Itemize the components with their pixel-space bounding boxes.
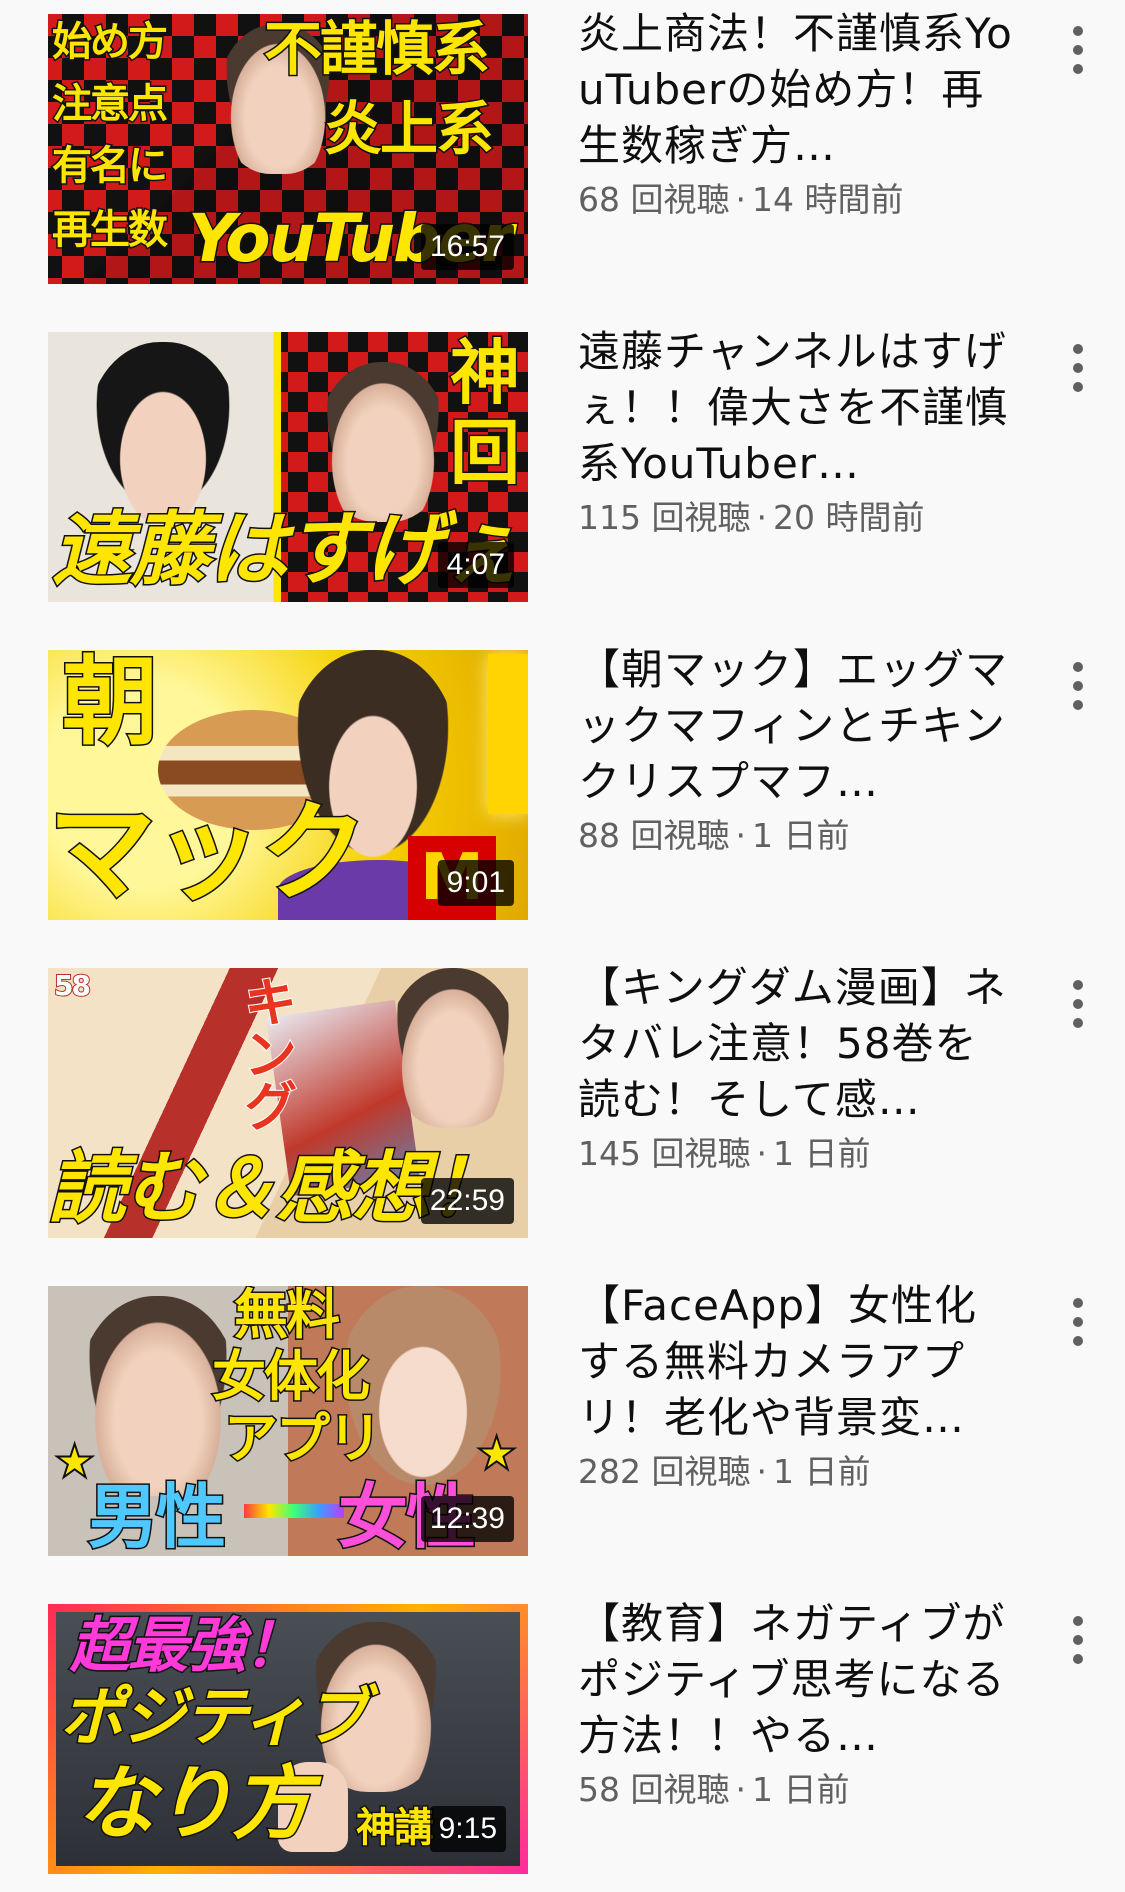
thumbnail-caption: ポジティブ [58, 1681, 369, 1755]
separator: · [735, 816, 746, 855]
thumbnail-caption: 始め方 [51, 19, 170, 65]
view-count: 145 回視聴 [578, 1134, 751, 1173]
video-info: 【教育】ネガティブがポジティブ思考になる方法！！やる… 58 回視聴 · 1 日前 [578, 1596, 1018, 1812]
thumbnail-caption: 神 [449, 332, 522, 414]
thumbnail-person [318, 362, 448, 522]
thumbnail-caption: 炎上系 [322, 95, 495, 163]
more-options-button[interactable] [1060, 1292, 1096, 1352]
thumbnail-caption: キング [233, 973, 298, 1131]
video-meta: 145 回視聴 · 1 日前 [578, 1132, 1018, 1176]
video-meta: 88 回視聴 · 1 日前 [578, 814, 1018, 858]
video-item[interactable]: 58 キング 読む＆感想！ 22:59 【キングダム漫画】ネタバレ注意！58巻を… [0, 954, 1125, 1238]
upload-age: 14 時間前 [751, 180, 904, 219]
star-icon: ★ [475, 1425, 518, 1481]
thumbnail-caption: アプリ [223, 1407, 384, 1470]
thumbnail-caption: 神講 [355, 1805, 436, 1851]
upload-age: 1 日前 [772, 1452, 871, 1491]
separator: · [735, 180, 746, 219]
video-meta: 282 回視聴 · 1 日前 [578, 1450, 1018, 1494]
video-info: 炎上商法！不謹慎系YouTuberの始め方！再生数稼ぎ方… 68 回視聴 · 14 … [578, 6, 1018, 222]
thumbnail-caption: 男性 [87, 1476, 228, 1556]
separator: · [756, 498, 767, 537]
thumbnail-caption: 無料 [233, 1286, 342, 1346]
thumbnail-caption: なり方 [75, 1757, 314, 1850]
view-count: 282 回視聴 [578, 1452, 751, 1491]
video-info: 遠藤チャンネルはすげぇ！！偉大さを不謹慎系YouTuber… 115 回視聴 · 2… [578, 324, 1018, 540]
video-title[interactable]: 【キングダム漫画】ネタバレ注意！58巻を読む！そして感… [578, 960, 1018, 1128]
more-options-button[interactable] [1060, 974, 1096, 1034]
upload-age: 1 日前 [772, 1134, 871, 1173]
thumbnail-caption: 再生数 [51, 207, 170, 253]
upload-age: 1 日前 [751, 816, 850, 855]
duration-badge: 12:39 [420, 1496, 514, 1542]
video-thumbnail[interactable]: 超最強！ ポジティブ なり方 神講 9:15 [48, 1604, 528, 1874]
video-title[interactable]: 炎上商法！不謹慎系YouTuberの始め方！再生数稼ぎ方… [578, 6, 1018, 174]
duration-badge: 16:57 [420, 224, 514, 270]
separator: · [756, 1452, 767, 1491]
thumbnail-person [88, 342, 238, 522]
thumbnail-caption: 不謹慎系 [262, 15, 491, 83]
separator: · [756, 1134, 767, 1173]
more-options-button[interactable] [1060, 1610, 1096, 1670]
upload-age: 20 時間前 [772, 498, 925, 537]
separator: · [735, 1770, 746, 1809]
more-options-button[interactable] [1060, 656, 1096, 716]
thumbnail-caption: マック [48, 791, 370, 916]
arrow-right-icon [244, 1504, 344, 1518]
video-meta: 58 回視聴 · 1 日前 [578, 1768, 1018, 1812]
video-title[interactable]: 【朝マック】エッグマックマフィンとチキンクリスプマフ… [578, 642, 1018, 810]
video-thumbnail[interactable]: 神 回 遠藤はすげぇ 4:07 [48, 332, 528, 602]
thumbnail-person [388, 968, 518, 1128]
video-list: 始め方 注意点 有名に 再生数 不謹慎系 炎上系 YouTuber 16:57 … [0, 0, 1125, 1892]
video-info: 【キングダム漫画】ネタバレ注意！58巻を読む！そして感… 145 回視聴 · 1 日… [578, 960, 1018, 1176]
duration-badge: 9:01 [437, 860, 514, 906]
video-item[interactable]: 始め方 注意点 有名に 再生数 不謹慎系 炎上系 YouTuber 16:57 … [0, 0, 1125, 284]
thumbnail-caption: 注意点 [51, 81, 170, 127]
video-title[interactable]: 【教育】ネガティブがポジティブ思考になる方法！！やる… [578, 1596, 1018, 1764]
thumbnail-caption: 回 [449, 412, 522, 494]
thumbnail-caption: 有名に [51, 143, 170, 189]
thumbnail-caption: 58 [53, 969, 92, 1002]
upload-age: 1 日前 [751, 1770, 850, 1809]
video-info: 【朝マック】エッグマックマフィンとチキンクリスプマフ… 88 回視聴 · 1 日前 [578, 642, 1018, 858]
video-thumbnail[interactable]: 始め方 注意点 有名に 再生数 不謹慎系 炎上系 YouTuber 16:57 [48, 14, 528, 284]
duration-badge: 22:59 [420, 1178, 514, 1224]
video-item[interactable]: M 朝 マック 9:01 【朝マック】エッグマックマフィンとチキンクリスプマフ…… [0, 636, 1125, 920]
more-options-button[interactable] [1060, 20, 1096, 80]
neon-sign [488, 654, 528, 814]
duration-badge: 4:07 [437, 542, 514, 588]
video-item[interactable]: 超最強！ ポジティブ なり方 神講 9:15 【教育】ネガティブがポジティブ思考… [0, 1590, 1125, 1874]
video-thumbnail[interactable]: ★ ★ 無料 女体化 アプリ 男性 女性 12:39 [48, 1286, 528, 1556]
video-title[interactable]: 【FaceApp】女性化する無料カメラアプリ！老化や背景変… [578, 1278, 1018, 1446]
video-thumbnail[interactable]: M 朝 マック 9:01 [48, 650, 528, 920]
video-item[interactable]: ★ ★ 無料 女体化 アプリ 男性 女性 12:39 【FaceApp】女性化す… [0, 1272, 1125, 1556]
video-thumbnail[interactable]: 58 キング 読む＆感想！ 22:59 [48, 968, 528, 1238]
duration-badge: 9:15 [429, 1806, 506, 1852]
thumbnail-caption: 超最強！ [69, 1611, 306, 1681]
thumbnail-caption: 女体化 [211, 1345, 372, 1408]
more-options-button[interactable] [1060, 338, 1096, 398]
video-item[interactable]: 神 回 遠藤はすげぇ 4:07 遠藤チャンネルはすげぇ！！偉大さを不謹慎系You… [0, 318, 1125, 602]
video-title[interactable]: 遠藤チャンネルはすげぇ！！偉大さを不謹慎系YouTuber… [578, 324, 1018, 492]
video-info: 【FaceApp】女性化する無料カメラアプリ！老化や背景変… 282 回視聴 · 1… [578, 1278, 1018, 1494]
video-meta: 115 回視聴 · 20 時間前 [578, 496, 1018, 540]
view-count: 58 回視聴 [578, 1770, 730, 1809]
view-count: 68 回視聴 [578, 180, 730, 219]
video-meta: 68 回視聴 · 14 時間前 [578, 178, 1018, 222]
view-count: 115 回視聴 [578, 498, 751, 537]
thumbnail-caption: 朝 [61, 650, 160, 758]
view-count: 88 回視聴 [578, 816, 730, 855]
